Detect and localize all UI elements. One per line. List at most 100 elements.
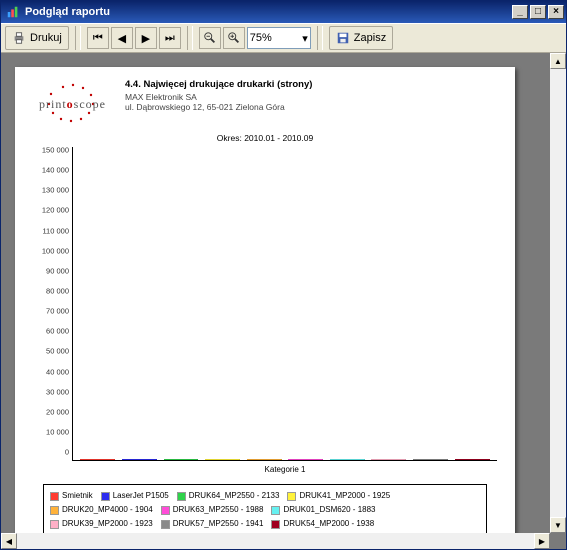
chevron-down-icon: ▾	[302, 32, 308, 45]
toolbar-separator	[317, 26, 323, 50]
save-button[interactable]: Zapisz	[329, 26, 393, 50]
legend-swatch	[50, 520, 59, 529]
report-title: 4.4. Najwięcej drukujące drukarki (stron…	[125, 79, 497, 90]
y-tick: 10 000	[33, 427, 69, 436]
bar	[330, 459, 365, 460]
logo: printoscope	[33, 79, 115, 127]
legend-item: DRUK20_MP4000 - 1904	[50, 503, 153, 517]
legend-item: Smietnik	[50, 489, 93, 503]
bar	[122, 459, 157, 460]
y-tick: 140 000	[33, 166, 69, 175]
zoom-out-button[interactable]	[199, 27, 221, 49]
legend-swatch	[50, 506, 59, 515]
plot-area	[73, 147, 497, 461]
legend-item: DRUK63_MP2550 - 1988	[161, 503, 264, 517]
prev-page-button[interactable]: ◀	[111, 27, 133, 49]
legend-label: DRUK01_DSM620 - 1883	[283, 503, 375, 517]
app-window: Podgląd raportu _ □ × Drukuj ⏮ ◀ ▶ ⏭ 75%…	[0, 0, 567, 550]
save-label: Zapisz	[354, 32, 386, 44]
bar	[205, 459, 240, 460]
print-label: Drukuj	[30, 32, 62, 44]
x-category-label: Kategorie 1	[73, 461, 497, 480]
legend-label: DRUK64_MP2550 - 2133	[189, 489, 280, 503]
vertical-scrollbar[interactable]: ▲ ▼	[550, 53, 566, 533]
y-tick: 90 000	[33, 266, 69, 275]
legend-item: DRUK01_DSM620 - 1883	[271, 503, 375, 517]
y-tick: 30 000	[33, 387, 69, 396]
legend-swatch	[101, 492, 110, 501]
print-button[interactable]: Drukuj	[5, 26, 69, 50]
scroll-left-button[interactable]: ◀	[1, 533, 17, 549]
y-tick: 60 000	[33, 327, 69, 336]
y-tick: 0	[33, 448, 69, 457]
y-tick: 70 000	[33, 307, 69, 316]
y-axis: 0 10 000 20 000 30 000 40 000 50 000 60 000 70 …	[33, 147, 73, 461]
toolbar-separator	[187, 26, 193, 50]
report-address: ul. Dąbrowskiego 12, 65-021 Zielona Góra	[125, 102, 497, 112]
legend-item: DRUK57_MP2550 - 1941	[161, 517, 264, 531]
legend-label: DRUK20_MP4000 - 1904	[62, 503, 153, 517]
titlebar: Podgląd raportu _ □ ×	[1, 1, 566, 23]
logo-text-o: o	[67, 97, 74, 111]
y-tick: 120 000	[33, 206, 69, 215]
report-company: MAX Elektronik SA	[125, 92, 497, 102]
y-tick: 150 000	[33, 146, 69, 155]
toolbar-separator	[75, 26, 81, 50]
legend-label: DRUK41_MP2000 - 1925	[299, 489, 390, 503]
legend-swatch	[161, 506, 170, 515]
app-icon	[5, 4, 21, 20]
y-tick: 40 000	[33, 367, 69, 376]
legend-item: LaserJet P1505	[101, 489, 169, 503]
bar	[80, 459, 115, 460]
next-page-button[interactable]: ▶	[135, 27, 157, 49]
legend-label: DRUK39_MP2000 - 1923	[62, 517, 153, 531]
nav-group: ⏮ ◀ ▶ ⏭	[87, 27, 181, 49]
save-icon	[336, 31, 350, 45]
y-tick: 50 000	[33, 347, 69, 356]
legend-swatch	[271, 520, 280, 529]
bar	[371, 459, 406, 460]
first-page-button[interactable]: ⏮	[87, 27, 109, 49]
legend-label: DRUK63_MP2550 - 1988	[173, 503, 264, 517]
bar	[455, 459, 490, 460]
legend-item: DRUK41_MP2000 - 1925	[287, 489, 390, 503]
scroll-up-button[interactable]: ▲	[550, 53, 566, 69]
legend-swatch	[271, 506, 280, 515]
legend-item: DRUK54_MP2000 - 1938	[271, 517, 374, 531]
scroll-right-button[interactable]: ▶	[534, 533, 550, 549]
scroll-down-button[interactable]: ▼	[550, 517, 566, 533]
y-tick: 130 000	[33, 186, 69, 195]
chart: 0 10 000 20 000 30 000 40 000 50 000 60 000 70 …	[33, 147, 497, 536]
content-area: printoscope 4.4. Najwięcej drukujące dru…	[1, 53, 566, 549]
last-page-button[interactable]: ⏭	[159, 27, 181, 49]
legend-swatch	[177, 492, 186, 501]
bar	[247, 459, 282, 460]
logo-text-post: scope	[74, 97, 106, 111]
legend-item: DRUK64_MP2550 - 2133	[177, 489, 280, 503]
window-title: Podgląd raportu	[25, 6, 110, 18]
y-tick: 20 000	[33, 407, 69, 416]
legend-swatch	[161, 520, 170, 529]
printer-icon	[12, 31, 26, 45]
logo-text-pre: print	[39, 97, 67, 111]
y-tick: 100 000	[33, 246, 69, 255]
y-tick: 110 000	[33, 226, 69, 235]
report-page: printoscope 4.4. Najwięcej drukujące dru…	[15, 67, 515, 542]
bar	[413, 459, 448, 460]
page-header: printoscope 4.4. Najwięcej drukujące dru…	[33, 79, 497, 127]
horizontal-scrollbar[interactable]: ◀ ▶	[1, 533, 550, 549]
legend-label: DRUK54_MP2000 - 1938	[283, 517, 374, 531]
maximize-button[interactable]: □	[530, 5, 546, 19]
minimize-button[interactable]: _	[512, 5, 528, 19]
report-period: Okres: 2010.01 - 2010.09	[33, 133, 497, 143]
legend-label: Smietnik	[62, 489, 93, 503]
zoom-in-button[interactable]	[223, 27, 245, 49]
legend: Smietnik LaserJet P1505 DRUK64_MP2550 - 21…	[43, 484, 487, 536]
close-button[interactable]: ×	[548, 5, 564, 19]
bar	[164, 459, 199, 460]
legend-swatch	[50, 492, 59, 501]
zoom-select[interactable]: 75% ▾	[247, 27, 311, 49]
legend-swatch	[287, 492, 296, 501]
y-tick: 80 000	[33, 286, 69, 295]
legend-label: LaserJet P1505	[113, 489, 169, 503]
